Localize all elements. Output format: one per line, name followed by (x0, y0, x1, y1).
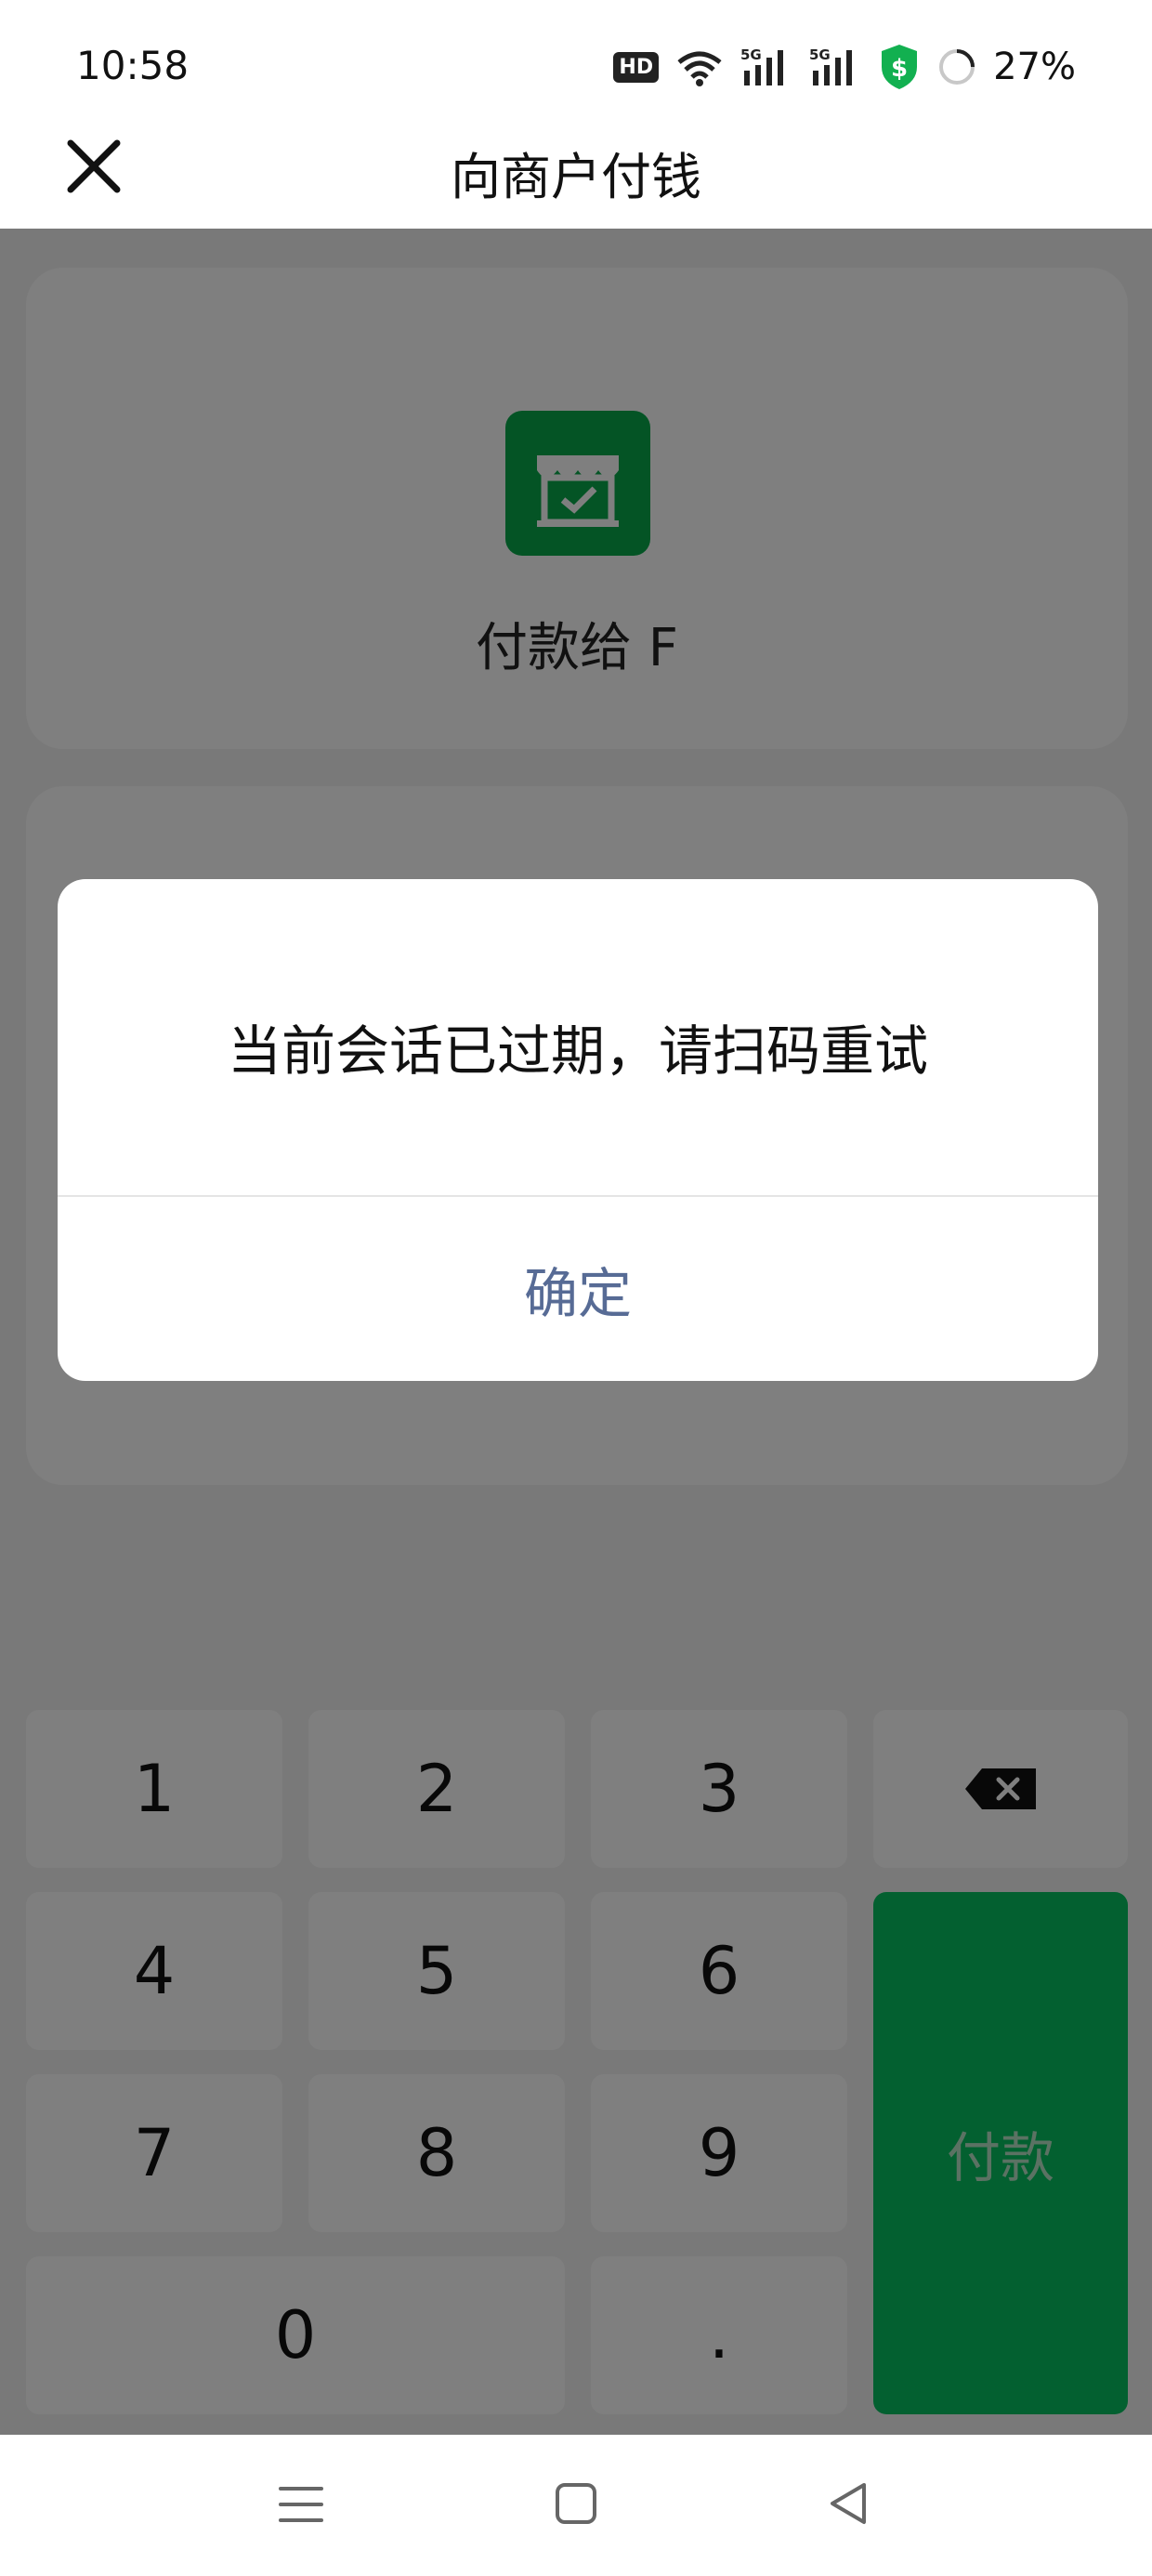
battery-icon (939, 49, 975, 85)
security-shield-icon: $ (882, 45, 918, 89)
confirm-button[interactable]: 确定 (58, 1197, 1098, 1381)
back-icon[interactable] (825, 2479, 873, 2528)
session-expired-dialog: 当前会话已过期，请扫码重试 确定 (58, 879, 1098, 1381)
hd-icon: HD (613, 51, 660, 83)
dialog-message: 当前会话已过期，请扫码重试 (227, 1019, 928, 1083)
battery-percent: 27% (993, 46, 1076, 88)
svg-text:5G: 5G (809, 46, 831, 63)
5g-signal-icon: 5G (809, 46, 853, 85)
status-time: 10:58 (76, 43, 190, 88)
svg-text:$: $ (891, 55, 908, 83)
home-icon[interactable] (552, 2479, 600, 2528)
menu-icon[interactable] (275, 2481, 327, 2528)
wifi-icon (677, 51, 722, 86)
5g-signal-icon: 5G (740, 46, 784, 85)
status-icons: HD 5G 5G $ 27% (613, 41, 1076, 93)
nav-bar: 向商户付钱 (0, 102, 1152, 229)
system-nav-bar (0, 2435, 1152, 2576)
svg-text:5G: 5G (740, 46, 762, 63)
page-title: 向商户付钱 (451, 148, 701, 206)
